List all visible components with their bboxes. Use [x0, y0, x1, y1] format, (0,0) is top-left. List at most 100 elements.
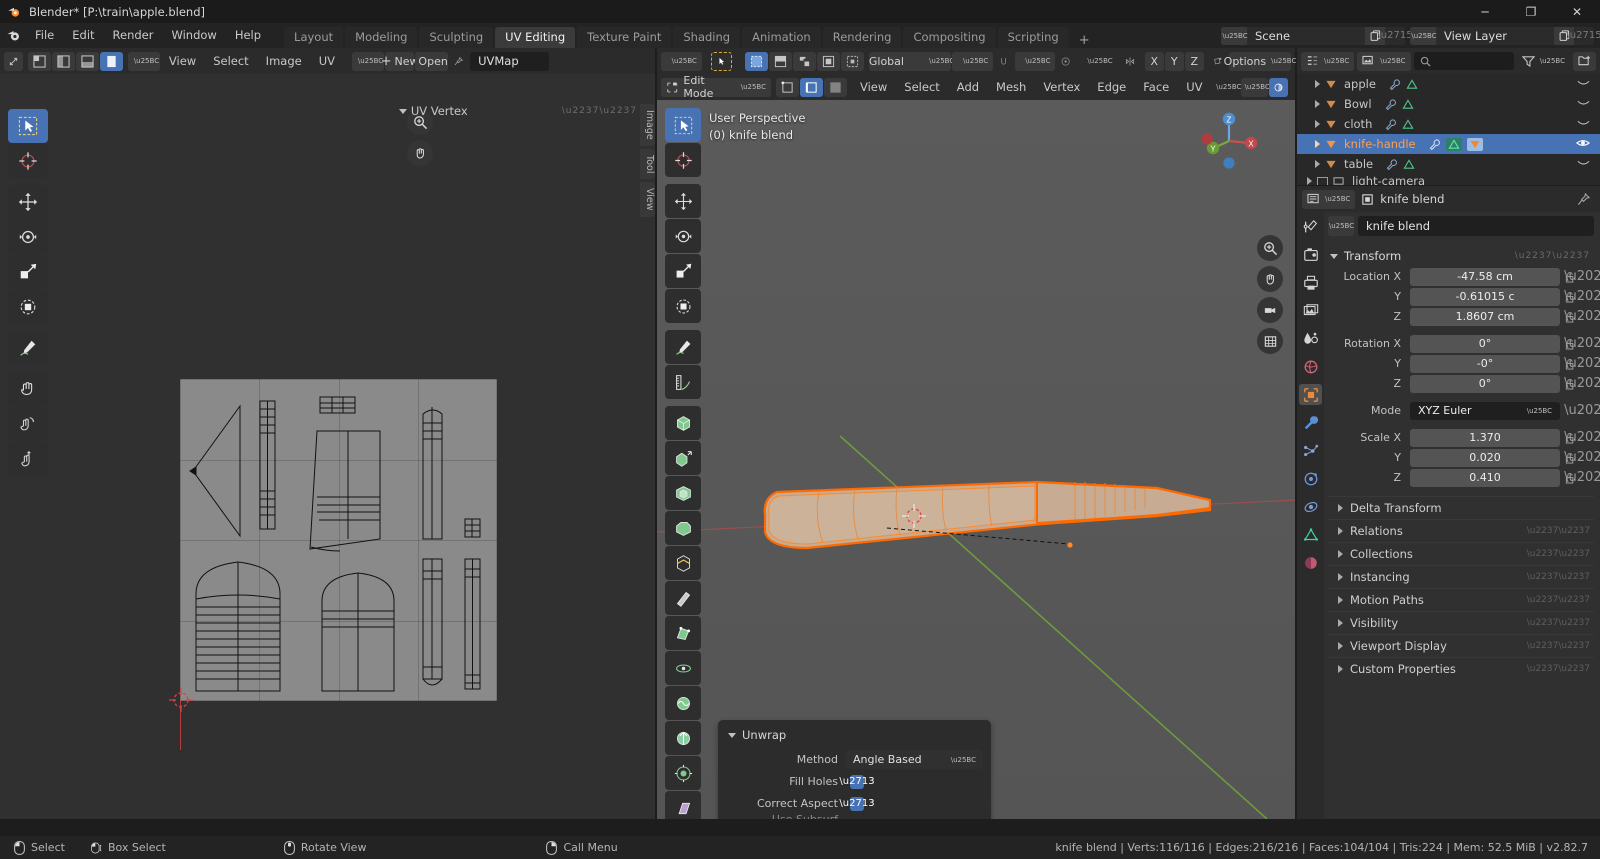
proportional-toggle-button[interactable]	[1056, 52, 1075, 71]
uv-tool-tweak[interactable]	[8, 109, 48, 143]
animate-dot-icon[interactable]: \u2022	[1564, 269, 1600, 284]
animate-dot-icon[interactable]: \u2022	[1564, 430, 1600, 445]
menu-help[interactable]: Help	[226, 23, 270, 48]
viewport-menu-face[interactable]: Face	[1135, 78, 1177, 97]
uv-select-edge-button[interactable]	[52, 51, 75, 71]
tool-tab[interactable]	[1299, 216, 1322, 237]
world-tab[interactable]	[1299, 356, 1322, 377]
select-face-mode-button[interactable]	[792, 51, 816, 71]
properties-pin-button[interactable]	[1572, 190, 1595, 209]
uv-tool-transform[interactable]	[8, 290, 48, 324]
vp-tool-shear[interactable]	[665, 791, 701, 819]
tab-uv-editing[interactable]: UV Editing	[495, 27, 576, 48]
render-tab[interactable]	[1299, 244, 1322, 265]
animate-dot-icon[interactable]: \u2022	[1564, 376, 1600, 391]
menu-file[interactable]: File	[26, 23, 63, 48]
panel-visibility[interactable]: Visibility \u2237\u2237	[1328, 611, 1594, 634]
select-island-mode-button[interactable]	[816, 51, 840, 71]
viewport-ortho-toggle-button[interactable]	[1257, 328, 1283, 354]
viewport-canvas[interactable]: User Perspective (0) knife blend Z X Y U…	[657, 100, 1295, 819]
uv-tool-grab[interactable]	[8, 372, 48, 406]
animate-dot-icon[interactable]: \u2022	[1564, 403, 1600, 418]
vp-tool-bevel[interactable]	[665, 511, 701, 545]
unwrap-method-dropdown[interactable]: Angle Based \u25BC	[846, 750, 983, 769]
expand-triangle-icon[interactable]	[1315, 100, 1320, 108]
add-workspace-button[interactable]: +	[1071, 33, 1098, 48]
outliner-filter-button[interactable]: \u25BC	[1517, 52, 1570, 71]
uv-menu-view[interactable]: View	[161, 52, 204, 71]
uv-tool-scale[interactable]	[8, 255, 48, 289]
pin-image-button[interactable]	[449, 52, 468, 71]
animate-dot-icon[interactable]: \u2022	[1564, 470, 1600, 485]
uv-tool-move[interactable]	[8, 185, 48, 219]
outliner-search-input[interactable]	[1413, 52, 1514, 70]
proportional-editing-button[interactable]: \u25BC	[1014, 51, 1056, 71]
vertex-select-button[interactable]	[776, 77, 799, 97]
uv-side-tab-view[interactable]: View	[640, 182, 655, 217]
uv-vertex-panel-header[interactable]: UV Vertex \u2237\u2237	[398, 104, 637, 118]
mirror-y-button[interactable]: Y	[1164, 51, 1184, 71]
properties-editor-type-button[interactable]: \u25BC	[1302, 189, 1356, 209]
app-menu-logo-icon[interactable]	[0, 28, 26, 43]
panel-relations[interactable]: Relations \u2237\u2237	[1328, 519, 1594, 542]
uv-side-tab-image[interactable]: Image	[640, 104, 655, 146]
viewport-menu-view[interactable]: View	[852, 78, 895, 97]
scale-x-field[interactable]: 1.370	[1410, 428, 1560, 447]
transform-orientation-dropdown[interactable]: Global \u25BC	[868, 51, 954, 71]
viewport-menu-mesh[interactable]: Mesh	[988, 78, 1034, 97]
uvmap-field[interactable]: UVMap	[470, 51, 549, 71]
animate-dot-icon[interactable]: \u2022	[1564, 336, 1600, 351]
panel-instancing[interactable]: Instancing \u2237\u2237	[1328, 565, 1594, 588]
maximize-button[interactable]: ❐	[1508, 0, 1554, 23]
vp-tool-edge-slide[interactable]	[665, 721, 701, 755]
uv-tool-cursor[interactable]	[8, 144, 48, 178]
snap-target-dropdown[interactable]: \u25BC	[952, 51, 994, 71]
panel-viewport-display[interactable]: Viewport Display \u2237\u2237	[1328, 634, 1594, 657]
expand-triangle-icon[interactable]	[1315, 140, 1320, 148]
menu-render[interactable]: Render	[104, 23, 163, 48]
animate-dot-icon[interactable]: \u2022	[1564, 289, 1600, 304]
viewport-editor-type-button[interactable]: \u25BC	[661, 51, 702, 71]
overlays-dropdown[interactable]: \u25BC	[1241, 77, 1270, 97]
viewport-options-button[interactable]: Options \u25BC	[1224, 51, 1296, 71]
tab-scripting[interactable]: Scripting	[997, 27, 1069, 48]
new-image-button[interactable]: + New	[381, 51, 419, 71]
active-tool-indicator[interactable]	[711, 51, 732, 71]
uv-tool-rotate[interactable]	[8, 220, 48, 254]
outliner-editor-type-button[interactable]: \u25BC	[1301, 51, 1355, 71]
scene-tab[interactable]	[1299, 328, 1322, 349]
falloff-dropdown[interactable]: \u25BC	[1077, 52, 1118, 71]
modifier-wrench-icon[interactable]	[1385, 98, 1397, 110]
animate-dot-icon[interactable]: \u2022	[1564, 356, 1600, 371]
data-tab[interactable]	[1299, 524, 1322, 545]
correct-aspect-checkbox[interactable]: \u2713	[839, 796, 875, 811]
mirror-z-button[interactable]: Z	[1184, 51, 1204, 71]
scene-selector[interactable]: \u25BC Scene \u2715	[1221, 26, 1413, 45]
edge-select-button[interactable]	[800, 77, 823, 97]
collection-checkbox[interactable]	[1317, 176, 1328, 185]
viewport-nav-gizmo[interactable]: Z X Y	[1198, 110, 1260, 172]
uv-select-island-button[interactable]	[100, 51, 123, 71]
uv-select-face-button[interactable]	[76, 51, 99, 71]
modifier-wrench-icon[interactable]	[1429, 138, 1441, 150]
location-y-field[interactable]: -0.61015 c	[1410, 287, 1560, 306]
vp-tool-add-cube[interactable]	[665, 406, 701, 440]
browse-image-button[interactable]: \u25BC	[352, 51, 384, 71]
interaction-mode-dropdown[interactable]: Edit Mode \u25BC	[661, 74, 771, 100]
viewport-zoom-button[interactable]	[1257, 235, 1283, 261]
tab-compositing[interactable]: Compositing	[903, 27, 996, 48]
vp-tool-extrude[interactable]	[665, 441, 701, 475]
select-vertex-mode-button[interactable]	[744, 51, 768, 71]
expand-triangle-icon[interactable]	[1315, 120, 1320, 128]
mesh-triangle-icon[interactable]	[1406, 78, 1418, 90]
viewport-menu-uv[interactable]: UV	[1178, 78, 1210, 97]
rotation-z-field[interactable]: 0°	[1410, 374, 1560, 393]
modifier-tab[interactable]	[1299, 412, 1322, 433]
outliner-row-light-camera[interactable]: light-camera	[1297, 174, 1600, 185]
constraints-tab[interactable]	[1299, 496, 1322, 517]
mirror-toggle-icon[interactable]	[1120, 52, 1140, 71]
vp-tool-measure[interactable]	[665, 365, 701, 399]
outliner-row-cloth[interactable]: cloth	[1297, 114, 1600, 134]
uv-menu-image[interactable]: Image	[258, 52, 310, 71]
tab-shading[interactable]: Shading	[673, 27, 741, 48]
